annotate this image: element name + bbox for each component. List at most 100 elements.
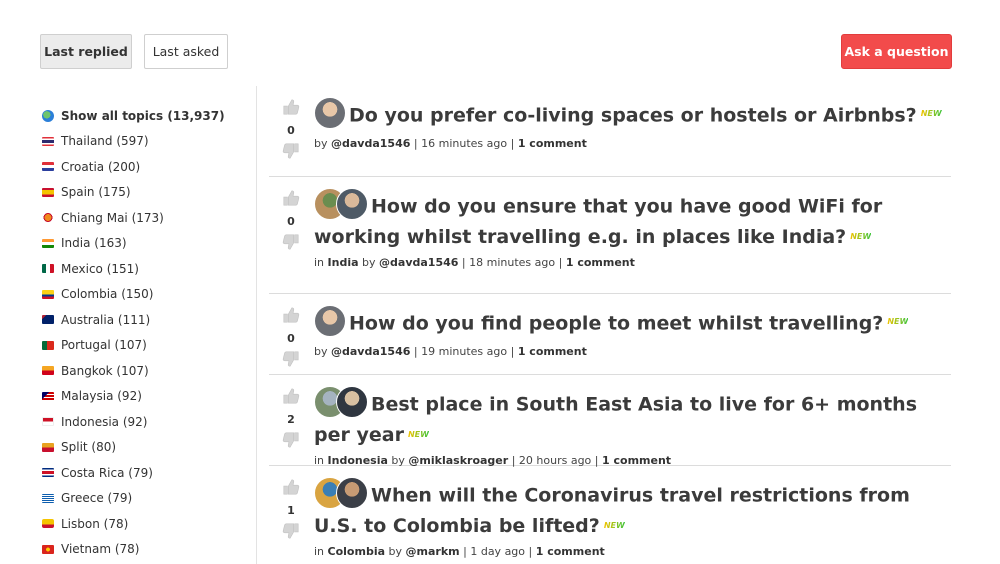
thailand-flag-icon	[42, 136, 54, 146]
new-badge: NEW	[603, 521, 625, 530]
sidebar-topic-label: Chiang Mai (173)	[61, 210, 164, 225]
sidebar-topic-item[interactable]: Colombia (150)	[42, 282, 252, 308]
meta-separator: |	[510, 345, 515, 358]
meta-separator: |	[461, 256, 466, 269]
question-location-link[interactable]: India	[328, 256, 359, 269]
avatar[interactable]	[314, 97, 346, 129]
question-title-row: Best place in South East Asia to live fo…	[314, 386, 951, 449]
avatar-group	[314, 477, 368, 509]
thumbs-up-icon[interactable]	[281, 98, 301, 120]
question-title-link[interactable]: How do you ensure that you have good WiF…	[314, 196, 882, 249]
thumbs-down-icon[interactable]	[281, 350, 301, 372]
sidebar-topic-item[interactable]: Malaysia (92)	[42, 384, 252, 410]
question-meta: by @davda1546 | 16 minutes ago | 1 comme…	[314, 137, 951, 151]
thumbs-down-icon[interactable]	[281, 233, 301, 255]
question-comments-link[interactable]: 1 comment	[518, 345, 587, 358]
vote-count: 2	[287, 413, 295, 426]
sidebar-topic-item[interactable]: Vietnam (78)	[42, 537, 252, 563]
sidebar-topic-label: Thailand (597)	[61, 134, 149, 149]
question-comments-link[interactable]: 1 comment	[536, 545, 605, 558]
question-time: 1 day ago	[470, 545, 526, 558]
question-meta: by @davda1546 | 19 minutes ago | 1 comme…	[314, 345, 951, 359]
question-author-link[interactable]: @davda1546	[379, 256, 458, 269]
sidebar-topic-item[interactable]: Split (80)	[42, 435, 252, 461]
sidebar-topic-item[interactable]: Spain (175)	[42, 180, 252, 206]
indonesia-flag-icon	[42, 417, 54, 427]
sidebar-topic-label: Indonesia (92)	[61, 414, 148, 429]
sidebar-topic-item[interactable]: Bangkok (107)	[42, 358, 252, 384]
question-title-row: How do you find people to meet whilst tr…	[314, 305, 951, 340]
avatar-group	[314, 97, 346, 129]
thumbs-down-icon[interactable]	[281, 142, 301, 164]
sidebar-topic-label: India (163)	[61, 236, 127, 251]
avatar[interactable]	[314, 305, 346, 337]
vote-widget: 0	[281, 98, 301, 164]
ask-question-button[interactable]: Ask a question	[841, 34, 952, 69]
sidebar-topic-label: Colombia (150)	[61, 287, 154, 302]
sidebar-item-all-topics[interactable]: Show all topics (13,937)	[42, 103, 252, 129]
avatar[interactable]	[336, 477, 368, 509]
sidebar-topic-item[interactable]: Chiang Mai (173)	[42, 205, 252, 231]
thumbs-up-icon[interactable]	[281, 478, 301, 500]
thumbs-up-icon[interactable]	[281, 189, 301, 211]
split-icon	[42, 442, 54, 452]
australia-flag-icon	[42, 315, 54, 325]
question-author-link[interactable]: @davda1546	[331, 345, 410, 358]
thumbs-up-icon[interactable]	[281, 306, 301, 328]
sidebar-divider	[256, 86, 257, 564]
sidebar-topic-label: Lisbon (78)	[61, 516, 129, 531]
question-comments-link[interactable]: 1 comment	[566, 256, 635, 269]
sidebar-topic-item[interactable]: Lisbon (78)	[42, 511, 252, 537]
question-item: 0 Do you prefer co-living spaces or host…	[269, 86, 951, 177]
sidebar-topic-item[interactable]: Greece (79)	[42, 486, 252, 512]
sort-last-replied-button[interactable]: Last replied	[40, 34, 132, 69]
avatar[interactable]	[336, 188, 368, 220]
vote-count: 0	[287, 215, 295, 228]
question-author-link[interactable]: @markm	[406, 545, 460, 558]
sidebar-topic-label: Mexico (151)	[61, 261, 139, 276]
sidebar-topic-label: Malaysia (92)	[61, 389, 142, 404]
question-title-link[interactable]: Do you prefer co-living spaces or hostel…	[349, 105, 917, 127]
temple-icon	[42, 366, 54, 376]
thumbs-up-icon[interactable]	[281, 387, 301, 409]
sidebar-topic-item[interactable]: Indonesia (92)	[42, 409, 252, 435]
question-time: 16 minutes ago	[421, 137, 508, 150]
question-location-link[interactable]: Colombia	[328, 545, 386, 558]
tram-icon	[42, 519, 54, 529]
sidebar-topic-label: Costa Rica (79)	[61, 465, 153, 480]
sidebar-topic-item[interactable]: Croatia (200)	[42, 154, 252, 180]
meta-separator: |	[558, 256, 563, 269]
topic-sidebar: Show all topics (13,937) Thailand (597) Cr…	[42, 103, 252, 562]
sidebar-topic-item[interactable]: Thailand (597)	[42, 129, 252, 155]
vote-widget: 0	[281, 189, 301, 255]
portugal-flag-icon	[42, 340, 54, 350]
question-title-row: When will the Coronavirus travel restric…	[314, 477, 951, 540]
question-item: 0 How do you find people to meet whilst …	[269, 294, 951, 375]
avatar-group	[314, 188, 368, 220]
question-title-link[interactable]: Best place in South East Asia to live fo…	[314, 394, 917, 447]
vote-widget: 1	[281, 478, 301, 544]
avatar[interactable]	[336, 386, 368, 418]
question-time: 18 minutes ago	[469, 256, 556, 269]
thumbs-down-icon[interactable]	[281, 522, 301, 544]
meta-in-word: in	[314, 256, 325, 269]
sidebar-topic-item[interactable]: Costa Rica (79)	[42, 460, 252, 486]
question-title-link[interactable]: How do you find people to meet whilst tr…	[349, 313, 883, 335]
croatia-flag-icon	[42, 162, 54, 172]
question-item: 0 How do you ensure that you have good W…	[269, 177, 951, 294]
sidebar-topic-label: Split (80)	[61, 440, 117, 455]
colombia-flag-icon	[42, 289, 54, 299]
meta-in-word: in	[314, 545, 325, 558]
sidebar-topic-item[interactable]: Australia (111)	[42, 307, 252, 333]
sidebar-topic-item[interactable]: India (163)	[42, 231, 252, 257]
thumbs-down-icon[interactable]	[281, 431, 301, 453]
question-author-link[interactable]: @davda1546	[331, 137, 410, 150]
sidebar-topic-label: Croatia (200)	[61, 159, 141, 174]
question-item: 1 When will the Coronavirus travel restr…	[269, 466, 951, 564]
greece-flag-icon	[42, 493, 54, 503]
sidebar-topic-item[interactable]: Mexico (151)	[42, 256, 252, 282]
sort-last-asked-button[interactable]: Last asked	[144, 34, 228, 69]
question-comments-link[interactable]: 1 comment	[518, 137, 587, 150]
sidebar-topic-item[interactable]: Portugal (107)	[42, 333, 252, 359]
meta-by-word: by	[362, 256, 376, 269]
